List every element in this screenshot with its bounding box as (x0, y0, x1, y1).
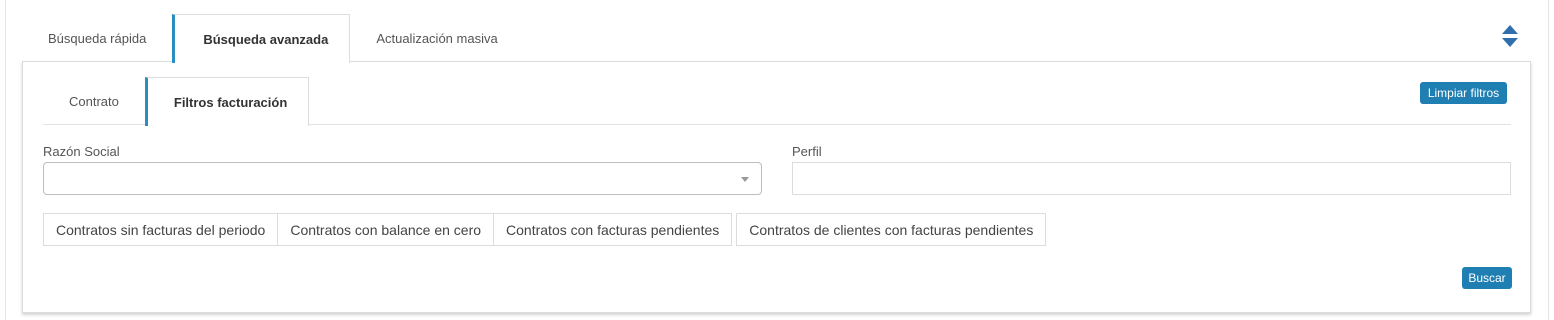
sort-up-down-icon[interactable] (1500, 24, 1520, 48)
top-tab-bar: Búsqueda rápida Búsqueda avanzada Actual… (22, 14, 524, 63)
perfil-label: Perfil (792, 144, 822, 159)
razon-social-label: Razón Social (43, 144, 120, 159)
tab-actualizacion-masiva[interactable]: Actualización masiva (350, 14, 523, 62)
filter-sin-facturas-periodo-button[interactable]: Contratos sin facturas del periodo (43, 213, 279, 246)
perfil-input[interactable] (792, 162, 1511, 195)
billing-filter-group: Contratos sin facturas del periodo Contr… (43, 213, 1047, 246)
filter-facturas-pendientes-button[interactable]: Contratos con facturas pendientes (493, 213, 733, 246)
filter-clientes-facturas-pendientes-button[interactable]: Contratos de clientes con facturas pendi… (736, 213, 1047, 246)
tab-filtros-facturacion[interactable]: Filtros facturación (144, 77, 310, 126)
page-left-border (5, 0, 6, 320)
tab-busqueda-avanzada[interactable]: Búsqueda avanzada (172, 14, 351, 63)
tab-busqueda-rapida[interactable]: Búsqueda rápida (22, 14, 172, 62)
filter-balance-cero-button[interactable]: Contratos con balance en cero (277, 213, 495, 246)
search-button[interactable]: Buscar (1462, 267, 1512, 289)
inner-tab-bar: Contrato Filtros facturación (43, 77, 310, 126)
clear-filters-button[interactable]: Limpiar filtros (1420, 82, 1507, 104)
page-right-border (1548, 0, 1549, 320)
razon-social-select[interactable] (43, 162, 762, 195)
chevron-down-icon (741, 177, 749, 182)
tab-contrato[interactable]: Contrato (43, 77, 145, 125)
advanced-search-panel: Contrato Filtros facturación Limpiar fil… (22, 61, 1531, 313)
